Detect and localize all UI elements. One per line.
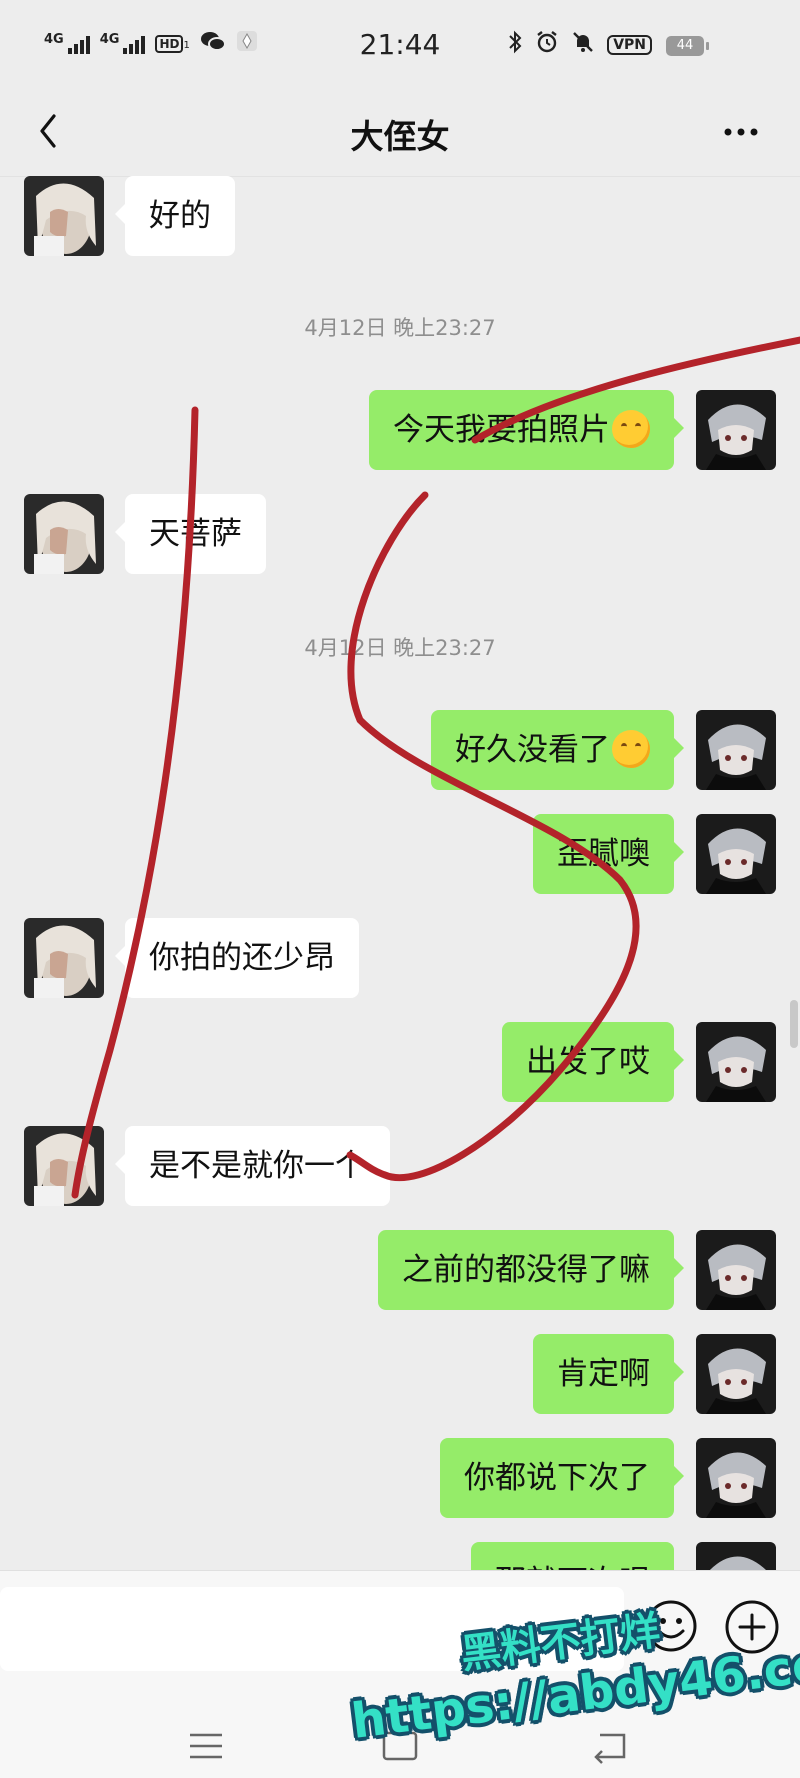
message-text: 好久没看了	[455, 732, 610, 768]
message-bubble[interactable]: 出发了哎	[502, 1022, 684, 1102]
mute-icon	[571, 30, 595, 59]
system-nav-bar	[0, 1721, 800, 1778]
message-bubble[interactable]: 之前的都没得了嘛	[378, 1230, 684, 1310]
scrollbar[interactable]	[790, 1000, 798, 1048]
chat-title: 大侄女	[350, 117, 450, 156]
message-timestamp: 4月12日 晚上23:27	[304, 316, 496, 340]
chevron-left-icon	[40, 114, 56, 148]
message-text: 是不是就你一个	[149, 1148, 366, 1184]
back-button[interactable]	[28, 106, 72, 156]
message-text: 歪腻噢	[557, 836, 650, 872]
emoji-button[interactable]	[644, 1599, 698, 1653]
my-avatar[interactable]	[696, 814, 776, 894]
battery-icon: 44	[666, 36, 709, 56]
message-text: 之前的都没得了嘛	[402, 1252, 650, 1288]
my-avatar[interactable]	[696, 390, 776, 470]
message-bubble[interactable]: 是不是就你一个	[115, 1126, 390, 1206]
back-arrow-icon	[594, 1733, 626, 1764]
message-text: 肯定啊	[557, 1356, 650, 1392]
input-bar	[0, 1570, 800, 1778]
menu-icon	[190, 1733, 222, 1759]
message-text: 今天我要拍照片	[393, 412, 610, 448]
emoji-face-icon	[645, 1600, 697, 1652]
plus-button[interactable]	[724, 1599, 780, 1655]
back-nav-button[interactable]	[580, 1721, 640, 1771]
message-bubble[interactable]: 好久没看了	[431, 710, 684, 790]
smile-emoji-icon	[612, 729, 650, 768]
plus-circle-icon	[725, 1600, 779, 1654]
contact-avatar[interactable]	[24, 918, 104, 998]
message-bubble[interactable]: 今天我要拍照片	[369, 390, 684, 470]
message-timestamp: 4月12日 晚上23:27	[304, 636, 496, 660]
home-button[interactable]	[370, 1721, 430, 1771]
my-avatar[interactable]	[696, 1334, 776, 1414]
smile-emoji-icon	[612, 409, 650, 448]
chat-area[interactable]: 好的 4月12日 晚上23:27 今天我要拍照片天菩萨 4月12日 晚上23:27 好久…	[0, 176, 800, 1570]
nav-bar: 大侄女	[0, 92, 800, 177]
message-text: 出发了哎	[526, 1044, 650, 1080]
message-bubble[interactable]: 那就下次呗	[471, 1542, 674, 1570]
contact-avatar[interactable]	[24, 494, 104, 574]
menu-button[interactable]	[176, 1721, 236, 1771]
message-bubble[interactable]: 天菩萨	[115, 494, 266, 574]
vpn-badge: VPN	[607, 34, 652, 55]
more-button[interactable]	[716, 112, 766, 152]
message-text: 好的	[149, 198, 211, 234]
message-bubble[interactable]: 歪腻噢	[533, 814, 684, 894]
status-bar: 4G 4G HD 1 21:44 VPN 44	[0, 0, 800, 92]
home-icon	[382, 1731, 418, 1761]
more-dots-icon	[724, 128, 758, 136]
message-bubble[interactable]: 好的	[115, 176, 235, 256]
message-input[interactable]	[0, 1587, 624, 1671]
message-text: 你拍的还少昂	[149, 940, 335, 976]
message-bubble[interactable]: 你拍的还少昂	[115, 918, 359, 998]
my-avatar[interactable]	[696, 1438, 776, 1518]
message-bubble[interactable]: 你都说下次了	[440, 1438, 684, 1518]
message-text: 你都说下次了	[464, 1460, 650, 1496]
contact-avatar[interactable]	[24, 1126, 104, 1206]
contact-avatar[interactable]	[24, 176, 104, 256]
my-avatar[interactable]	[696, 710, 776, 790]
bluetooth-icon	[507, 30, 523, 59]
message-bubble[interactable]: 肯定啊	[533, 1334, 684, 1414]
alarm-icon	[535, 30, 559, 59]
my-avatar[interactable]	[696, 1022, 776, 1102]
my-avatar[interactable]	[696, 1230, 776, 1310]
my-avatar[interactable]	[696, 1542, 776, 1570]
message-text: 天菩萨	[149, 516, 242, 552]
